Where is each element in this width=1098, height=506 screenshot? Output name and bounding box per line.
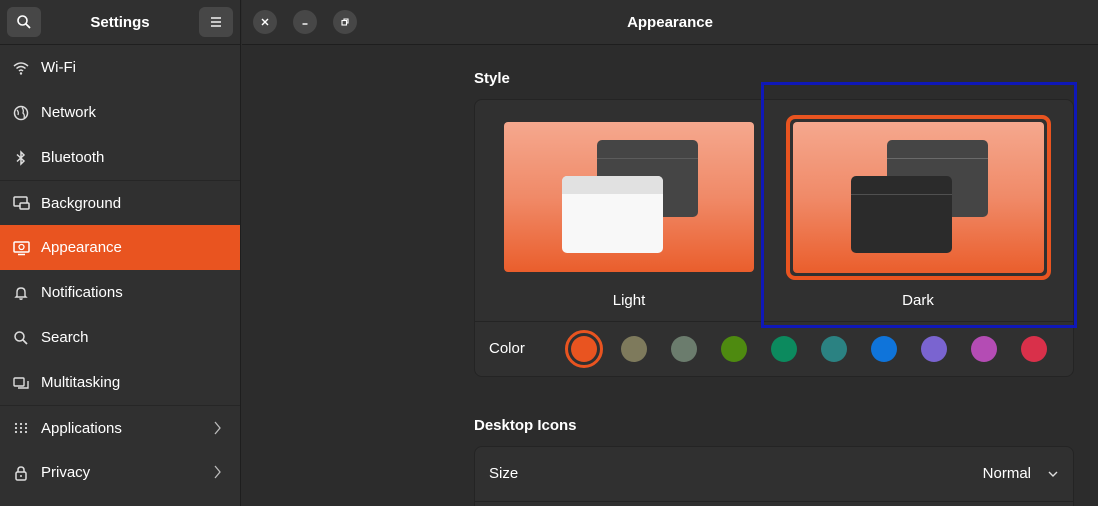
color-label: Color (489, 340, 525, 357)
hamburger-icon (211, 17, 221, 27)
sidebar-item-appearance[interactable]: Appearance (0, 225, 240, 270)
sidebar-item-label: Notifications (41, 284, 123, 301)
desktop-icons-section-title: Desktop Icons (474, 417, 577, 434)
chevron-down-icon (1047, 467, 1059, 484)
multitasking-icon (12, 374, 30, 392)
light-style-preview[interactable] (504, 122, 754, 272)
sidebar-item-network[interactable]: Network (0, 90, 240, 135)
sidebar-item-label: Background (41, 194, 122, 212)
sidebar-item-notifications[interactable]: Notifications (0, 270, 240, 315)
sidebar-item-wifi[interactable]: Wi-Fi (0, 45, 240, 90)
sidebar-item-label: Wi-Fi (41, 59, 76, 76)
size-label: Size (489, 465, 519, 482)
color-swatch-magenta[interactable] (971, 336, 997, 362)
sidebar-item-multitasking[interactable]: Multitasking (0, 360, 240, 405)
color-swatch-blue[interactable] (871, 336, 897, 362)
color-swatch-purple[interactable] (921, 336, 947, 362)
sidebar-item-label: Network (41, 104, 97, 121)
network-icon (12, 104, 30, 122)
appearance-icon (12, 239, 30, 257)
sidebar-item-label: Bluetooth (41, 149, 105, 166)
style-label-light: Light (612, 292, 646, 309)
sidebar-item-label: Applications (41, 419, 122, 437)
sidebar-item-label: Privacy (41, 464, 91, 481)
bluetooth-icon (12, 149, 30, 167)
lock-icon (12, 464, 30, 482)
size-value: Normal (982, 465, 1031, 482)
desktop-icons-panel: Size Normal (474, 446, 1074, 506)
bell-icon (12, 284, 30, 302)
sidebar-item-applications[interactable]: Applications (0, 405, 240, 450)
sidebar: Settings Wi-Fi Network Bluetooth Backgro… (0, 0, 241, 506)
menu-button[interactable] (199, 7, 233, 37)
sidebar-title: Settings (90, 13, 150, 31)
main-content: Appearance Style Light Dark Color Deskto… (242, 0, 1098, 506)
sidebar-list: Wi-Fi Network Bluetooth Background Appea… (0, 45, 240, 495)
search-icon (17, 15, 31, 29)
sidebar-item-search[interactable]: Search (0, 315, 240, 360)
sidebar-item-background[interactable]: Background (0, 180, 240, 225)
sidebar-item-bluetooth[interactable]: Bluetooth (0, 135, 240, 180)
wifi-icon (12, 59, 30, 77)
background-icon (12, 194, 30, 212)
focus-highlight (761, 82, 1077, 328)
search-icon (12, 329, 30, 347)
sidebar-item-privacy[interactable]: Privacy (0, 450, 240, 495)
divider (475, 501, 1073, 502)
apps-grid-icon (12, 419, 30, 437)
sidebar-header: Settings (0, 0, 240, 45)
header-bar: Appearance (242, 0, 1098, 45)
color-swatch-olive[interactable] (721, 336, 747, 362)
preview-front-window (562, 176, 663, 253)
color-swatch-green[interactable] (771, 336, 797, 362)
sidebar-item-label: Appearance (41, 239, 122, 256)
color-swatch-red[interactable] (1021, 336, 1047, 362)
sidebar-item-label: Multitasking (41, 374, 121, 391)
page-title: Appearance (627, 13, 713, 31)
sidebar-item-label: Search (41, 329, 89, 346)
color-swatch-teal[interactable] (821, 336, 847, 362)
style-section-title: Style (474, 70, 510, 87)
color-swatch-sage[interactable] (671, 336, 697, 362)
chevron-right-icon (214, 420, 222, 440)
search-button[interactable] (7, 7, 41, 37)
chevron-right-icon (214, 464, 222, 484)
color-swatch-orange[interactable] (571, 336, 597, 362)
color-swatch-bark[interactable] (621, 336, 647, 362)
